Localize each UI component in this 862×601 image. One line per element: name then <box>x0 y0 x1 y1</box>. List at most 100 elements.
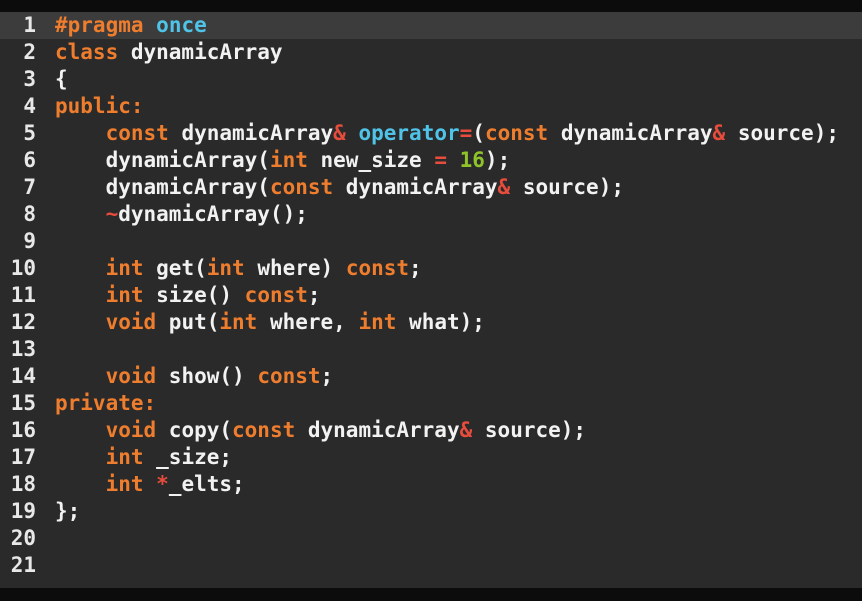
token-plain: ; <box>409 256 422 280</box>
token-plain: _size; <box>143 445 233 469</box>
token-plain: where) <box>244 256 346 280</box>
token-operator: = <box>434 148 447 172</box>
token-keyword: const <box>244 283 308 307</box>
token-keyword: int <box>105 472 144 496</box>
token-plain: get( <box>143 256 207 280</box>
line-number: 3 <box>23 67 36 91</box>
token-plain: ; <box>307 283 321 307</box>
token-keyword: const <box>232 418 296 442</box>
line-number: 18 <box>10 472 36 496</box>
line-number: 2 <box>23 40 36 64</box>
token-keyword: int <box>105 283 144 307</box>
code-line[interactable]: 15 private: <box>0 390 862 417</box>
code-text: int size() const; <box>44 282 862 309</box>
code-line[interactable]: 2 class dynamicArray <box>0 39 862 66</box>
code-line[interactable]: 7 dynamicArray(const dynamicArray& sourc… <box>0 174 862 201</box>
code-text: class dynamicArray <box>44 39 862 66</box>
code-line[interactable]: 21 <box>0 552 862 579</box>
line-number: 19 <box>10 499 36 523</box>
line-number: 15 <box>10 391 36 415</box>
line-number: 17 <box>10 445 36 469</box>
token-plain: }; <box>55 499 81 523</box>
code-line[interactable]: 4 public: <box>0 93 862 120</box>
token-keyword: const <box>257 364 321 388</box>
line-number: 1 <box>23 13 36 37</box>
code-text: const dynamicArray& operator=(const dyna… <box>44 120 862 147</box>
code-line[interactable]: 11 int size() const; <box>0 282 862 309</box>
code-text: ~dynamicArray(); <box>44 201 862 228</box>
code-text: }; <box>44 498 862 525</box>
window-bottom-bar <box>0 588 862 601</box>
code-line[interactable]: 9 <box>0 228 862 255</box>
token-keyword: void <box>105 418 157 442</box>
token-plain: dynamicArray( <box>55 175 270 199</box>
token-keyword: #pragma <box>55 13 144 37</box>
token-operator: & <box>333 121 346 145</box>
token-plain: ); <box>484 148 511 172</box>
code-text: void copy(const dynamicArray& source); <box>44 417 862 444</box>
code-line[interactable]: 19}; <box>0 498 862 525</box>
code-line[interactable]: 1 #pragma once <box>0 12 862 39</box>
code-line[interactable]: 3{ <box>0 66 862 93</box>
code-text: #pragma once <box>44 12 862 39</box>
token-keyword: int <box>105 256 144 280</box>
code-line[interactable]: 16 void copy(const dynamicArray& source)… <box>0 417 862 444</box>
line-number: 20 <box>10 526 36 550</box>
token-plain: dynamicArray <box>548 121 713 145</box>
token-plain: show() <box>156 364 258 388</box>
code-text: private: <box>44 390 862 417</box>
code-text: int *_elts; <box>44 471 862 498</box>
token-number: 16 <box>459 148 485 172</box>
token-plain: where, <box>257 310 359 334</box>
token-keyword: int <box>269 148 308 172</box>
code-lines: 1 #pragma once 2 class dynamicArray 3{4 publi… <box>0 12 862 579</box>
line-number: 11 <box>10 283 36 307</box>
token-plain: source); <box>472 418 587 442</box>
token-keyword: const <box>269 175 334 199</box>
window-top-bar <box>0 0 862 12</box>
code-line[interactable]: 8 ~dynamicArray(); <box>0 201 862 228</box>
code-editor-area[interactable]: 1 #pragma once 2 class dynamicArray 3{4 publi… <box>0 12 862 588</box>
token-support: operator <box>358 121 460 145</box>
token-operator: ~ <box>105 202 119 226</box>
code-line[interactable]: 10 int get(int where) const; <box>0 255 862 282</box>
token-operator: = <box>459 121 473 145</box>
line-number: 14 <box>10 364 36 388</box>
line-number: 6 <box>23 148 36 172</box>
code-line[interactable]: 20 <box>0 525 862 552</box>
token-plain: dynamicArray <box>118 40 283 64</box>
token-plain: ( <box>472 121 485 145</box>
token-plain: copy( <box>156 418 233 442</box>
token-keyword: const <box>484 121 549 145</box>
code-line[interactable]: 17 int _size; <box>0 444 862 471</box>
line-number: 5 <box>23 121 36 145</box>
code-text: void put(int where, int what); <box>44 309 862 336</box>
code-line[interactable]: 12 void put(int where, int what); <box>0 309 862 336</box>
code-text: void show() const; <box>44 363 862 390</box>
token-plain: put( <box>156 310 220 334</box>
token-plain: dynamicArray <box>295 418 460 442</box>
code-line[interactable]: 13 <box>0 336 862 363</box>
token-operator: & <box>712 121 726 145</box>
token-keyword: class <box>55 40 119 64</box>
code-line[interactable]: 18 int *_elts; <box>0 471 862 498</box>
token-plain: { <box>55 67 68 91</box>
line-number: 7 <box>23 175 36 199</box>
token-operator: & <box>497 175 511 199</box>
token-plain: dynamicArray <box>168 121 334 145</box>
code-line[interactable]: 6 dynamicArray(int new_size = 16); <box>0 147 862 174</box>
code-line[interactable]: 14 void show() const; <box>0 363 862 390</box>
code-line[interactable]: 5 const dynamicArray& operator=(const dy… <box>0 120 862 147</box>
token-plain: dynamicArray( <box>55 148 270 172</box>
token-plain: source); <box>725 121 839 145</box>
